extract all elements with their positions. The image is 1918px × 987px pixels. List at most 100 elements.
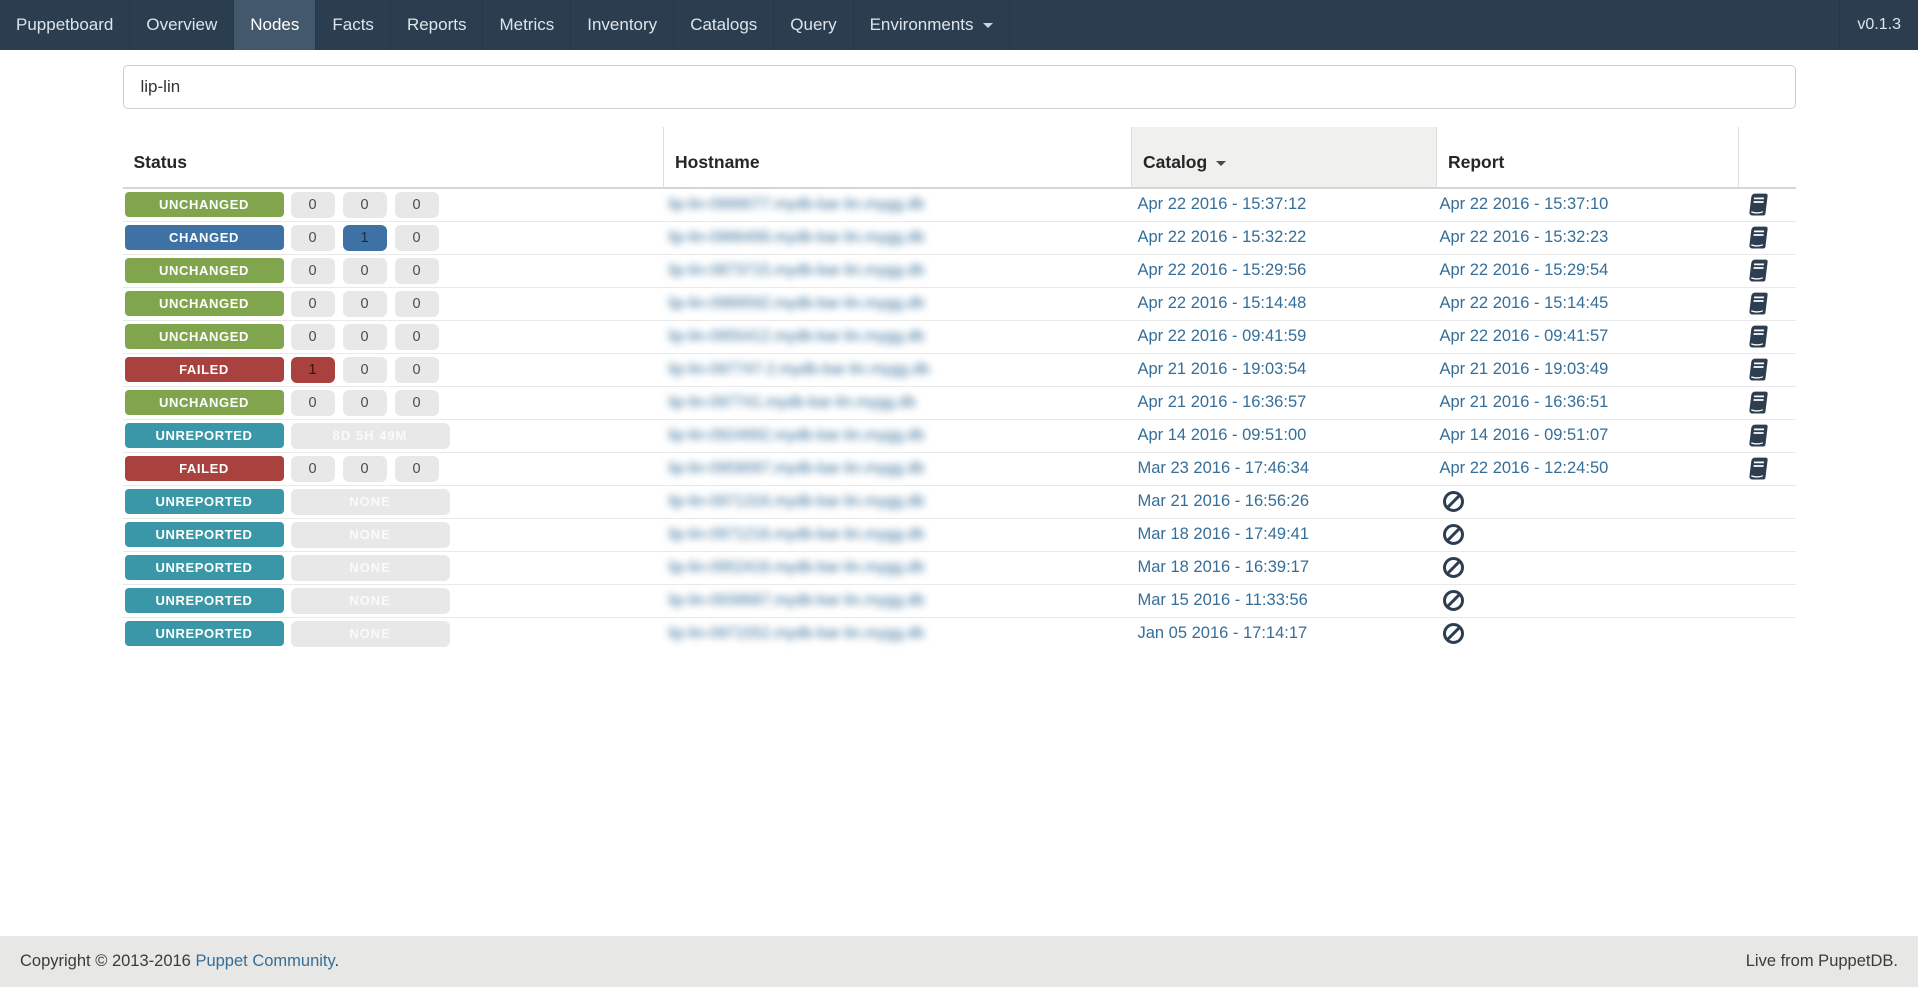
report-timestamp-link[interactable]: Apr 22 2016 - 15:37:10 [1440,195,1609,213]
nav-item-nodes[interactable]: Nodes [234,0,317,50]
catalog-timestamp-link[interactable]: Apr 22 2016 - 15:37:12 [1138,195,1307,213]
report-timestamp-link[interactable]: Apr 22 2016 - 09:41:57 [1440,327,1609,345]
column-header-hostname[interactable]: Hostname [663,127,1132,189]
report-icon-cell [1738,451,1796,485]
report-book-icon[interactable] [1747,423,1768,449]
report-book-icon[interactable] [1747,456,1768,482]
report-book-icon[interactable] [1747,324,1768,350]
report-book-icon[interactable] [1747,258,1768,284]
hostname-link[interactable]: lip-lin-0955412.mydb-bar-lin.mygg.db [669,328,925,346]
hostname-link[interactable]: lip-lin-0971552.mydb-bar-lin.mygg.db [669,625,925,643]
catalog-timestamp-link[interactable]: Apr 14 2016 - 09:51:00 [1138,426,1307,444]
nav-item-catalogs[interactable]: Catalogs [674,0,775,50]
report-icon-cell [1738,319,1796,353]
nav-item-inventory[interactable]: Inventory [571,0,675,50]
table-row: UNREPORTED NONE lip-lin-0971316.mydb-bar-… [122,484,1796,518]
nav-item-reports[interactable]: Reports [391,0,484,50]
hostname-cell: lip-lin-0873715.mydb-bar-lin.mygg.db [663,253,1132,287]
status-cell: FAILED 1 0 0 [122,352,664,386]
nav-item-environments[interactable]: Environments [854,0,1010,50]
catalog-cell: Apr 22 2016 - 15:32:22 [1131,220,1437,254]
hostname-link[interactable]: lip-lin-0924992.mydb-bar-lin.mygg.db [669,427,925,445]
report-cell: Apr 22 2016 - 12:24:50 [1436,451,1739,485]
count-box-changed: 1 [342,224,387,251]
catalog-timestamp-link[interactable]: Apr 21 2016 - 16:36:57 [1138,393,1307,411]
copyright-suffix: . [334,952,340,970]
column-header-status[interactable]: Status [122,127,664,189]
nodes-table: Status Hostname Catalog Report UNCHANGED… [122,127,1796,650]
nav-item-label: Nodes [250,15,300,34]
report-cell [1436,550,1739,584]
report-duration-box: NONE [290,620,450,647]
hostname-link[interactable]: lip-lin-0971216.mydb-bar-lin.mygg.db [669,526,925,544]
hostname-link[interactable]: lip-lin-0939687.mydb-bar-lin.mygg.db [669,592,925,610]
report-timestamp-link[interactable]: Apr 22 2016 - 15:32:23 [1440,228,1609,246]
catalog-cell: Apr 22 2016 - 15:29:56 [1131,253,1437,287]
catalog-timestamp-link[interactable]: Mar 15 2016 - 11:33:56 [1138,591,1308,609]
nav-item-label: Reports [406,15,467,34]
puppet-community-link[interactable]: Puppet Community [195,952,334,970]
status-cell: UNREPORTED NONE [122,616,664,650]
nav-item-puppetboard[interactable]: Puppetboard [0,0,131,50]
report-book-icon[interactable] [1747,357,1768,383]
nav-item-label: Facts [332,15,374,34]
count-box-default: 0 [290,323,335,350]
table-row: UNREPORTED NONE lip-lin-0939687.mydb-bar-… [122,583,1796,617]
count-box-default: 0 [290,257,335,284]
status-counts: 000 [290,389,447,416]
nav-item-overview[interactable]: Overview [130,0,235,50]
status-counts: 100 [290,356,447,383]
count-box-default: 0 [342,290,387,317]
hostname-link[interactable]: lip-lin-0989592.mydb-bar-lin.mygg.db [669,295,925,313]
report-timestamp-link[interactable]: Apr 22 2016 - 15:14:45 [1440,294,1609,312]
catalog-timestamp-link[interactable]: Jan 05 2016 - 17:14:17 [1138,624,1308,642]
catalog-timestamp-link[interactable]: Apr 22 2016 - 15:32:22 [1138,228,1307,246]
hostname-link[interactable]: lip-lin-0971316.mydb-bar-lin.mygg.db [669,493,925,511]
hostname-link[interactable]: lip-lin-0959097.mydb-bar-lin.mygg.db [669,460,925,478]
catalog-timestamp-link[interactable]: Mar 23 2016 - 17:46:34 [1138,459,1310,477]
count-box-default: 0 [342,257,387,284]
nav-item-metrics[interactable]: Metrics [483,0,572,50]
catalog-timestamp-link[interactable]: Mar 18 2016 - 16:39:17 [1138,558,1310,576]
hostname-link[interactable]: lip-lin-097747-2.mydb-bar-lin.mygg.db [669,361,930,379]
report-book-icon[interactable] [1747,390,1768,416]
report-book-icon[interactable] [1747,291,1768,317]
count-box-default: 0 [342,356,387,383]
nav-item-query[interactable]: Query [774,0,854,50]
footer: Copyright © 2013-2016 Puppet Community. … [0,936,1918,987]
hostname-link[interactable]: lip-lin-0952416.mydb-bar-lin.mygg.db [669,559,925,577]
hostname-link[interactable]: lip-lin-0999077.mydb-bar-lin.mygg.db [669,196,925,214]
catalog-timestamp-link[interactable]: Apr 22 2016 - 15:29:56 [1138,261,1307,279]
hostname-cell: lip-lin-0939687.mydb-bar-lin.mygg.db [663,583,1132,617]
hostname-link[interactable]: lip-lin-0873715.mydb-bar-lin.mygg.db [669,262,925,280]
catalog-timestamp-link[interactable]: Apr 22 2016 - 15:14:48 [1138,294,1307,312]
report-timestamp-link[interactable]: Apr 21 2016 - 19:03:49 [1440,360,1609,378]
report-icon-cell [1738,220,1796,254]
report-timestamp-link[interactable]: Apr 22 2016 - 12:24:50 [1440,459,1609,477]
report-book-icon[interactable] [1747,192,1768,218]
catalog-timestamp-link[interactable]: Apr 22 2016 - 09:41:59 [1138,327,1307,345]
nav-item-facts[interactable]: Facts [316,0,391,50]
column-header-catalog[interactable]: Catalog [1131,127,1437,189]
catalog-timestamp-link[interactable]: Apr 21 2016 - 19:03:54 [1138,360,1307,378]
hostname-cell: lip-lin-0971216.mydb-bar-lin.mygg.db [663,517,1132,551]
count-box-default: 0 [290,224,335,251]
hostname-link[interactable]: lip-lin-0986499.mydb-bar-lin.mygg.db [669,229,925,247]
count-box-default: 0 [290,290,335,317]
catalog-cell: Apr 21 2016 - 19:03:54 [1131,352,1437,386]
report-timestamp-link[interactable]: Apr 21 2016 - 16:36:51 [1440,393,1609,411]
catalog-timestamp-link[interactable]: Mar 21 2016 - 16:56:26 [1138,492,1310,510]
report-timestamp-link[interactable]: Apr 14 2016 - 09:51:07 [1440,426,1609,444]
node-search-input[interactable] [122,65,1796,109]
hostname-cell: lip-lin-0971552.mydb-bar-lin.mygg.db [663,616,1132,650]
report-book-icon[interactable] [1747,225,1768,251]
column-header-report[interactable]: Report [1436,127,1739,189]
status-counts: 000 [290,257,447,284]
catalog-cell: Apr 22 2016 - 15:14:48 [1131,286,1437,320]
copyright-prefix: Copyright © 2013-2016 [20,952,196,970]
report-timestamp-link[interactable]: Apr 22 2016 - 15:29:54 [1440,261,1609,279]
catalog-timestamp-link[interactable]: Mar 18 2016 - 17:49:41 [1138,525,1310,543]
hostname-link[interactable]: lip-lin-097741.mydb-bar-lin.mygg.db [669,394,916,412]
catalog-cell: Mar 21 2016 - 16:56:26 [1131,484,1437,518]
report-duration-box: 8D 5H 49M [290,422,450,449]
